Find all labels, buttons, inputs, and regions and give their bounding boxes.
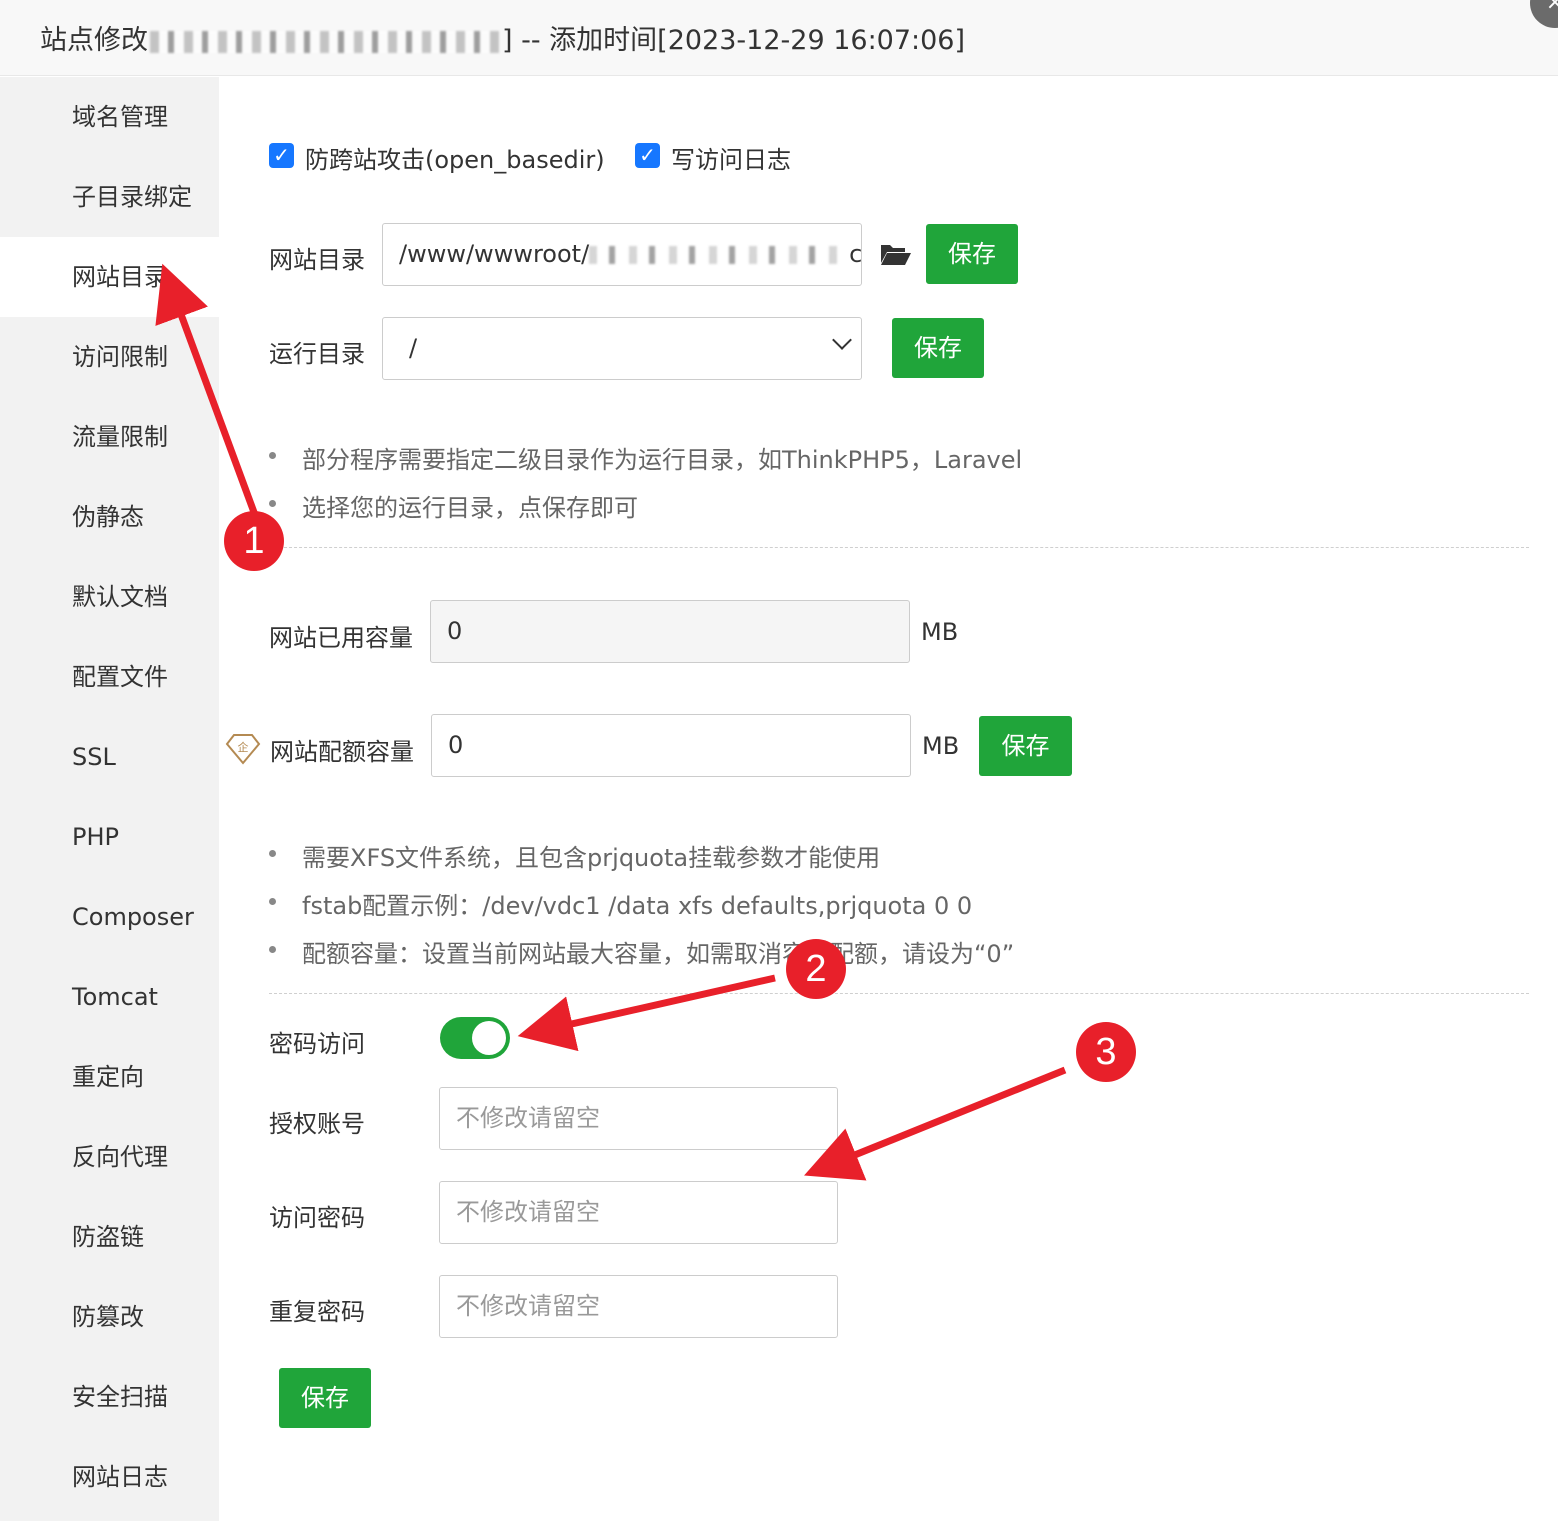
sidebar-item-site-log[interactable]: 网站日志 — [0, 1437, 219, 1517]
quota-save-button[interactable]: 保存 — [979, 716, 1072, 776]
access-log-checkbox[interactable]: ✓ — [635, 143, 660, 168]
sidebar-item-subdir[interactable]: 子目录绑定 — [0, 157, 219, 237]
run-dir-value: / — [409, 334, 418, 362]
auth-account-label: 授权账号 — [269, 1110, 365, 1138]
password-save-button[interactable]: 保存 — [279, 1368, 371, 1428]
quota-capacity-label: 网站配额容量 — [270, 738, 414, 766]
sidebar-item-composer[interactable]: Composer — [0, 877, 219, 957]
site-dir-label: 网站目录 — [269, 246, 365, 274]
sidebar-item-tamper[interactable]: 防篡改 — [0, 1277, 219, 1357]
open-basedir-label: 防跨站攻击(open_basedir) — [305, 146, 605, 174]
password-access-toggle[interactable] — [440, 1017, 510, 1059]
used-capacity-unit: MB — [921, 618, 959, 646]
title-prefix: 站点修改 — [40, 25, 148, 56]
sidebar-item-default-doc[interactable]: 默认文档 — [0, 557, 219, 637]
close-icon[interactable]: × — [1530, 0, 1558, 28]
repeat-password-label: 重复密码 — [269, 1298, 365, 1326]
sidebar-item-tomcat[interactable]: Tomcat — [0, 957, 219, 1037]
quota-capacity-input[interactable]: 0 — [431, 714, 911, 777]
run-dir-select[interactable]: / — [382, 317, 862, 380]
window-title: 站点修改 ] -- 添加时间[2023-12-29 16:07:06] — [40, 18, 965, 57]
sidebar-item-ssl[interactable]: SSL — [0, 717, 219, 797]
open-basedir-checkbox[interactable]: ✓ — [269, 143, 294, 168]
chevron-down-icon — [832, 330, 852, 350]
used-capacity-input: 0 — [430, 600, 910, 663]
sidebar-item-reverse-proxy[interactable]: 反向代理 — [0, 1117, 219, 1197]
access-password-input[interactable]: 不修改请留空 — [439, 1181, 838, 1244]
auth-account-placeholder: 不修改请留空 — [456, 1104, 600, 1132]
sidebar-item-access-limit[interactable]: 访问限制 — [0, 317, 219, 397]
auth-account-input[interactable]: 不修改请留空 — [439, 1087, 838, 1150]
access-log-label: 写访问日志 — [671, 146, 791, 174]
site-dir-value: /www/wwwroot/ — [399, 240, 590, 268]
quota-capacity-unit: MB — [922, 732, 960, 760]
sidebar-item-redirect[interactable]: 重定向 — [0, 1037, 219, 1117]
title-suffix: ] -- 添加时间[2023-12-29 16:07:06] — [502, 25, 966, 56]
enterprise-glyph: 企 — [238, 740, 249, 754]
sidebar-item-hotlink[interactable]: 防盗链 — [0, 1197, 219, 1277]
toggle-knob — [472, 1021, 506, 1055]
access-password-label: 访问密码 — [269, 1204, 365, 1232]
used-capacity-label: 网站已用容量 — [269, 624, 413, 652]
site-dir-value-tail: c — [849, 240, 862, 268]
redacted-domain — [150, 30, 500, 53]
sidebar-item-config[interactable]: 配置文件 — [0, 637, 219, 717]
annotation-badge-1: 1 — [224, 511, 284, 571]
divider — [269, 547, 1529, 548]
repeat-password-input[interactable]: 不修改请留空 — [439, 1275, 838, 1338]
redacted-path — [589, 246, 850, 264]
sidebar-item-security-scan[interactable]: 安全扫描 — [0, 1357, 219, 1437]
sidebar-item-traffic-limit[interactable]: 流量限制 — [0, 397, 219, 477]
annotation-badge-3: 3 — [1076, 1022, 1136, 1082]
sidebar-item-php[interactable]: PHP — [0, 797, 219, 877]
sidebar-item-site-dir[interactable]: 网站目录 — [0, 237, 219, 317]
enterprise-diamond-icon: 企 — [225, 733, 261, 765]
annotation-badge-2: 2 — [786, 939, 846, 999]
arrow-3 — [804, 1066, 1067, 1181]
title-bar: 站点修改 ] -- 添加时间[2023-12-29 16:07:06] × — [0, 0, 1558, 76]
sidebar-item-domain[interactable]: 域名管理 — [0, 77, 219, 157]
site-dir-input[interactable]: /www/wwwroot/c — [382, 223, 862, 286]
password-access-label: 密码访问 — [269, 1030, 365, 1058]
folder-open-icon[interactable] — [880, 241, 912, 267]
access-password-placeholder: 不修改请留空 — [456, 1198, 600, 1226]
repeat-password-placeholder: 不修改请留空 — [456, 1292, 600, 1320]
site-dir-save-button[interactable]: 保存 — [926, 224, 1018, 284]
sidebar: 域名管理 子目录绑定 网站目录 访问限制 流量限制 伪静态 默认文档 配置文件 … — [0, 77, 219, 1521]
divider — [269, 993, 1529, 994]
sidebar-item-rewrite[interactable]: 伪静态 — [0, 477, 219, 557]
run-dir-label: 运行目录 — [269, 340, 365, 368]
run-dir-save-button[interactable]: 保存 — [892, 318, 984, 378]
arrow-2 — [517, 974, 776, 1052]
